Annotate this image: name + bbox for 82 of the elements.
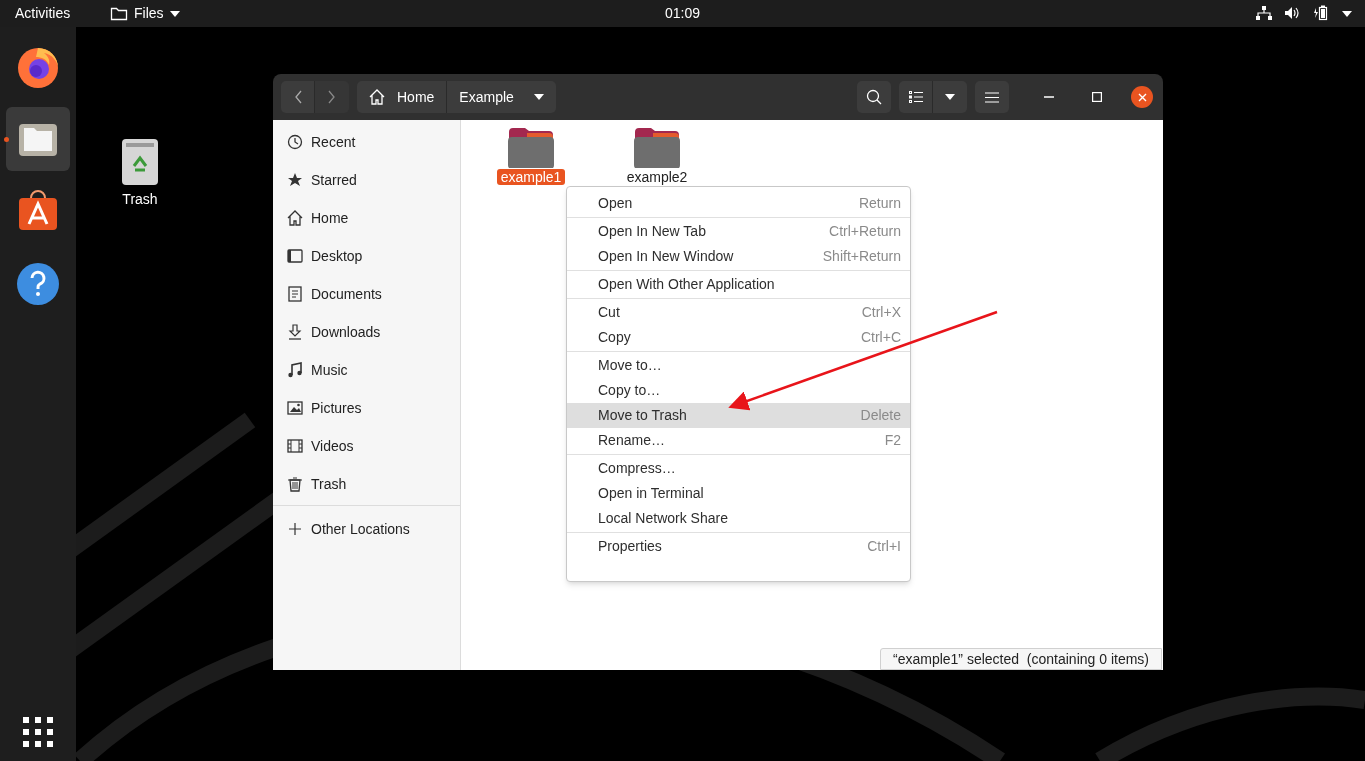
- clock-icon: [287, 134, 303, 150]
- file-name[interactable]: example1: [496, 169, 566, 185]
- menu-item[interactable]: Copy Ctrl+C: [567, 325, 910, 350]
- volume-icon[interactable]: [1284, 6, 1300, 20]
- status-bar: “example1” selected (containing 0 items): [880, 648, 1162, 670]
- menu-item[interactable]: Copy to…: [567, 378, 910, 403]
- image-icon: [287, 400, 303, 416]
- chevron-right-icon: [328, 90, 336, 104]
- search-icon: [866, 89, 882, 105]
- menu-button[interactable]: [975, 81, 1009, 113]
- sidebar-item[interactable]: Videos: [273, 427, 460, 465]
- menu-item[interactable]: Properties Ctrl+I: [567, 534, 910, 559]
- menu-item[interactable]: Cut Ctrl+X: [567, 300, 910, 325]
- star-icon: [287, 172, 303, 188]
- path-button[interactable]: Home: [357, 81, 447, 113]
- icon-label[interactable]: Trash: [122, 189, 158, 210]
- menu-item[interactable]: Open in Terminal: [567, 481, 910, 506]
- battery-icon[interactable]: [1312, 5, 1328, 21]
- caret-icon: [169, 10, 180, 17]
- menu-item[interactable]: Move to…: [567, 353, 910, 378]
- shortcut-label: Ctrl+C: [860, 328, 901, 347]
- view-options-button[interactable]: [933, 81, 967, 113]
- path-button[interactable]: Example: [446, 81, 556, 113]
- caret-icon: [533, 94, 544, 100]
- folder-icon[interactable]: [507, 126, 555, 168]
- music-note-icon: [287, 362, 303, 378]
- shortcut-label: Shift+Return: [822, 247, 901, 266]
- caret-icon[interactable]: [1342, 11, 1352, 17]
- home-icon: [287, 210, 303, 226]
- home-icon: [369, 89, 385, 105]
- sidebar-item[interactable]: Desktop: [273, 237, 460, 275]
- dock-item[interactable]: [6, 107, 70, 171]
- document-icon: [287, 286, 303, 302]
- shortcut-label: Delete: [860, 406, 901, 425]
- menu-item[interactable]: Local Network Share: [567, 506, 910, 531]
- sidebar-item[interactable]: Home: [273, 199, 460, 237]
- sidebar-item[interactable]: Downloads: [273, 313, 460, 351]
- search-button[interactable]: [857, 81, 891, 113]
- caret-icon: [945, 94, 955, 100]
- chevron-left-icon: [293, 90, 302, 104]
- menu-item[interactable]: Rename… F2: [567, 428, 910, 453]
- shortcut-label: Ctrl+I: [867, 537, 901, 556]
- clock[interactable]: 01:09: [665, 3, 701, 24]
- trash-icon: [287, 476, 303, 492]
- activities-button[interactable]: Activities: [15, 3, 71, 24]
- trash-icon[interactable]: [121, 138, 159, 186]
- menu-item[interactable]: Open In New Window Shift+Return: [567, 244, 910, 269]
- app-grid-icon[interactable]: [23, 717, 53, 747]
- folder-icon[interactable]: [633, 126, 681, 168]
- help-icon: [15, 260, 61, 306]
- sidebar-item[interactable]: Starred: [273, 161, 460, 199]
- close-icon: [1137, 92, 1147, 102]
- maximize-icon: [1092, 92, 1102, 102]
- menu-item[interactable]: Move to Trash Delete: [567, 403, 910, 428]
- file-name[interactable]: example2: [622, 169, 692, 185]
- shortcut-label: Return: [858, 194, 901, 213]
- list-view-button[interactable]: [899, 81, 933, 113]
- menu-item[interactable]: Open With Other Application: [567, 272, 910, 297]
- list-icon: [908, 91, 923, 103]
- network-icon[interactable]: [1256, 6, 1272, 20]
- plus-icon: [287, 521, 303, 537]
- menu-item[interactable]: Open In New Tab Ctrl+Return: [567, 219, 910, 244]
- folder-icon: [110, 6, 128, 21]
- close-button[interactable]: [1131, 86, 1153, 108]
- menu-icon: [985, 91, 999, 103]
- shortcut-label: Ctrl+X: [861, 303, 901, 322]
- menu-item[interactable]: Compress…: [567, 456, 910, 481]
- sidebar-item[interactable]: Other Locations: [273, 510, 460, 548]
- back-button[interactable]: [281, 81, 315, 113]
- shortcut-label: Ctrl+Return: [829, 222, 901, 241]
- app-menu[interactable]: Files: [110, 3, 180, 24]
- download-icon: [287, 324, 303, 340]
- desktop-icon: [287, 248, 303, 264]
- minimize-icon: [1044, 96, 1054, 98]
- sidebar-item[interactable]: Trash: [273, 465, 460, 503]
- menu-item[interactable]: Open Return: [567, 191, 910, 216]
- sidebar-item[interactable]: Recent: [273, 123, 460, 161]
- sidebar-item[interactable]: Music: [273, 351, 460, 389]
- sidebar-item[interactable]: Pictures: [273, 389, 460, 427]
- shortcut-label: F2: [884, 431, 901, 450]
- sidebar-item[interactable]: Documents: [273, 275, 460, 313]
- film-icon: [287, 438, 303, 454]
